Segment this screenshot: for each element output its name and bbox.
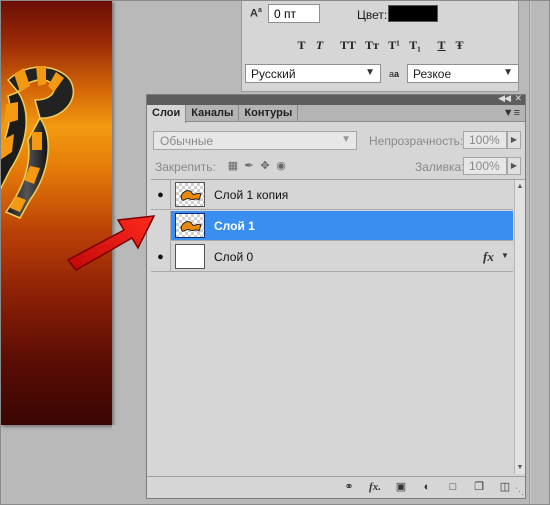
- layers-panel: ◀◀ ✕ Слои Каналы Контуры ▼≡ Обычные ▼ Не…: [146, 93, 526, 499]
- lock-transparent-icon[interactable]: ▦: [226, 159, 240, 173]
- color-label: Цвет:: [357, 8, 388, 22]
- layer-name[interactable]: Слой 1: [214, 219, 255, 233]
- red-arrow-annotation: [66, 215, 156, 271]
- add-style-icon[interactable]: fx.: [365, 480, 385, 495]
- eye-icon[interactable]: ●: [151, 180, 171, 210]
- underline-button[interactable]: T: [434, 37, 449, 53]
- layer-name[interactable]: Слой 0: [214, 250, 253, 264]
- opacity-slider-arrow-icon[interactable]: ▶: [507, 131, 521, 149]
- layers-list: ● Слой 1 копия Слой 1 ● Слой 0 fx ▼ ▲ ▼: [151, 179, 525, 474]
- faux-italic-button[interactable]: T: [312, 37, 327, 53]
- layer-row-selected[interactable]: Слой 1: [151, 211, 513, 241]
- antialias-select[interactable]: Резкое ▼: [407, 64, 519, 83]
- scroll-up-icon[interactable]: ▲: [515, 181, 525, 192]
- layer-row[interactable]: ● Слой 0 fx ▼: [151, 242, 513, 272]
- tab-channels[interactable]: Каналы: [186, 105, 240, 122]
- all-caps-button[interactable]: TT: [337, 37, 359, 53]
- fill-slider-arrow-icon[interactable]: ▶: [507, 157, 521, 175]
- layer-thumbnail: [175, 182, 205, 207]
- ribbon-thumbnail-icon: [180, 221, 202, 232]
- blend-mode-select[interactable]: Обычные ▼: [153, 131, 357, 150]
- dock-edge: [529, 0, 531, 505]
- superscript-button[interactable]: T¹: [385, 37, 403, 53]
- antialias-icon: aa: [389, 68, 400, 79]
- chevron-down-icon: ▼: [503, 67, 513, 78]
- link-layers-icon[interactable]: ⚭: [339, 480, 359, 495]
- opacity-input[interactable]: 100%: [463, 131, 507, 149]
- layer-thumbnail: [175, 213, 205, 238]
- language-value: Русский: [251, 67, 296, 81]
- panel-titlebar[interactable]: ◀◀ ✕: [147, 93, 525, 105]
- fill-label: Заливка:: [415, 160, 465, 174]
- layer-effects-fx-icon[interactable]: fx: [483, 249, 494, 265]
- ribbon-thumbnail-icon: [180, 190, 202, 201]
- opacity-label: Непрозрачность:: [369, 134, 464, 148]
- layer-name[interactable]: Слой 1 копия: [214, 188, 288, 202]
- collapse-icon[interactable]: ◀◀: [498, 93, 511, 104]
- delete-layer-icon[interactable]: ◫: [495, 480, 515, 495]
- tracking-icon: Aa: [250, 7, 262, 20]
- new-group-icon[interactable]: □: [443, 480, 463, 495]
- lock-all-icon[interactable]: ◉: [274, 159, 288, 173]
- color-swatch[interactable]: [388, 5, 438, 22]
- fill-input[interactable]: 100%: [463, 157, 507, 175]
- antialias-value: Резкое: [413, 67, 452, 81]
- language-select[interactable]: Русский ▼: [245, 64, 381, 83]
- add-mask-icon[interactable]: ▣: [391, 480, 411, 495]
- lock-image-icon[interactable]: ✒: [242, 159, 256, 173]
- workspace-background: [112, 425, 146, 505]
- blend-mode-value: Обычные: [160, 134, 214, 148]
- panel-menu-icon[interactable]: ▼≡: [503, 107, 520, 119]
- chevron-down-icon: ▼: [341, 134, 351, 145]
- faux-bold-button[interactable]: T: [294, 37, 309, 53]
- scroll-down-icon[interactable]: ▼: [515, 462, 525, 473]
- strikethrough-button[interactable]: Ŧ: [452, 37, 467, 53]
- resize-grip-icon[interactable]: ⋱: [515, 486, 524, 497]
- expand-effects-icon[interactable]: ▼: [501, 251, 509, 260]
- text-style-buttons: T T TT Tт T¹ T₁ T Ŧ: [294, 37, 470, 53]
- tracking-input[interactable]: [268, 4, 320, 23]
- lock-position-icon[interactable]: ✥: [258, 159, 272, 173]
- panel-tabs: Слои Каналы Контуры ▼≡: [147, 105, 525, 123]
- chevron-down-icon: ▼: [365, 67, 375, 78]
- subscript-button[interactable]: T₁: [406, 37, 424, 53]
- new-layer-icon[interactable]: ❐: [469, 480, 489, 495]
- adjustment-layer-icon[interactable]: ◐: [417, 480, 437, 495]
- layer-thumbnail-white: [175, 244, 205, 269]
- character-panel: Aa Цвет: T T TT Tт T¹ T₁ T Ŧ Русский ▼ a…: [241, 0, 519, 92]
- layers-bottom-toolbar: ⚭ fx. ▣ ◐ □ ❐ ◫ ⋱: [147, 476, 525, 498]
- tab-layers[interactable]: Слои: [147, 105, 187, 123]
- lock-label: Закрепить:: [155, 160, 216, 174]
- layers-scrollbar[interactable]: ▲ ▼: [514, 180, 525, 474]
- layer-row[interactable]: ● Слой 1 копия: [151, 180, 513, 210]
- tab-paths[interactable]: Контуры: [239, 105, 299, 122]
- close-icon[interactable]: ✕: [514, 93, 522, 104]
- small-caps-button[interactable]: Tт: [362, 37, 382, 53]
